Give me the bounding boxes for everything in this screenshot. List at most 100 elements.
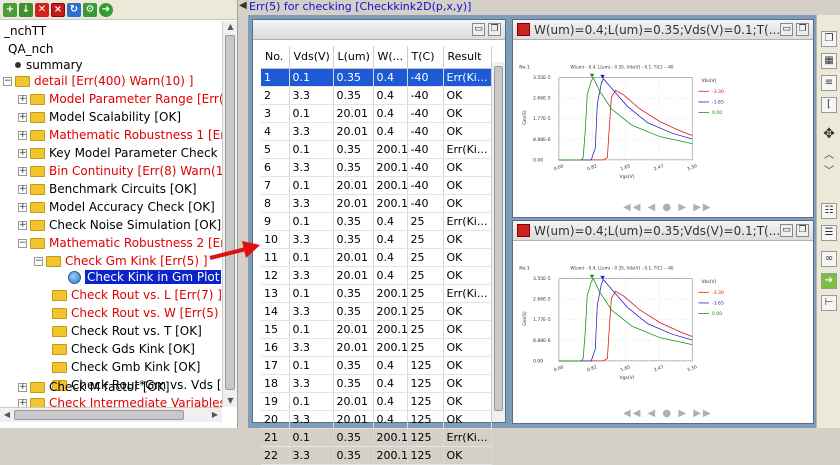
table-row[interactable]: 8 3.3 20.01 200.1 -40 OK [261,194,492,213]
scroll-left-icon[interactable]: ◀ [2,409,12,421]
expand-icon[interactable]: + [18,184,27,194]
expand-icon[interactable]: + [18,130,27,140]
tree-item-0[interactable]: + Model Parameter Range [Err(13 [18,91,222,107]
table-row[interactable]: 6 3.3 0.35 200.1 -40 OK [261,158,492,177]
tree-item-1[interactable]: + Model Scalability [OK] [18,109,181,125]
chart-nav[interactable]: ◀◀ ◀ ● ▶ ▶▶ [623,202,713,213]
column-header[interactable]: Result [443,46,492,69]
column-header[interactable]: No. [261,46,290,69]
list-check-icon[interactable]: ☰ [821,225,837,241]
scroll-thumb[interactable] [225,35,235,390]
restore-icon[interactable]: ❐ [796,224,809,237]
expand-icon[interactable]: + [18,166,27,176]
delete-red-icon[interactable]: ✕ [35,2,49,17]
splitter[interactable]: ◀ [238,0,247,428]
list-icon[interactable]: ≡ [821,75,837,91]
table-row[interactable]: 13 0.1 0.35 200.1 25 Err(Ki... [261,284,492,303]
next-green-icon[interactable]: ➜ [99,2,113,17]
tree-vertical-scrollbar[interactable]: ▲ ▼ [222,21,237,407]
expand-icon[interactable]: + [18,398,27,407]
scroll-down-icon[interactable]: ▼ [225,395,236,407]
table-row[interactable]: 19 0.1 20.01 0.4 125 OK [261,392,492,411]
cancel-red-icon[interactable]: × [51,2,65,17]
add-green-icon[interactable]: + [3,2,17,17]
tree-item-2[interactable]: + Mathematic Robustness 1 [Err( [18,127,222,143]
settings-green-icon[interactable]: ⚙ [83,2,97,17]
restore-icon[interactable]: ❐ [821,31,837,47]
table-row[interactable]: 9 0.1 0.35 0.4 25 Err(Ki... [261,212,492,231]
restore-icon[interactable]: ❐ [488,23,501,36]
minimize-icon[interactable]: ▭ [472,23,485,36]
minimize-icon[interactable]: ▭ [780,23,793,36]
scroll-right-icon[interactable]: ▶ [210,409,220,421]
export-icon[interactable]: ➜ [821,273,837,289]
table-row[interactable]: 10 3.3 0.35 0.4 25 OK [261,230,492,249]
table-row[interactable]: 7 0.1 20.01 200.1 -40 OK [261,176,492,195]
table-row[interactable]: 2 3.3 0.35 0.4 -40 OK [261,86,492,105]
column-header[interactable]: L(um) [333,46,374,69]
refresh-blue-icon[interactable]: ↻ [67,2,81,17]
minimize-icon[interactable]: ▭ [780,224,793,237]
restore-icon[interactable]: ❐ [796,23,809,36]
collapse-icon[interactable]: − [18,238,27,248]
binoculars-icon[interactable]: ∞ [821,251,837,267]
table-row[interactable]: 12 3.3 20.01 0.4 25 OK [261,266,492,285]
down-green-icon[interactable]: ↓ [19,2,33,17]
tree-subitem-3[interactable]: Check Gds Kink [OK] [52,341,195,357]
tree-tailitem-1[interactable]: + Check Intermediate Variables [ [18,395,222,407]
tree-item-8[interactable]: − Mathematic Robustness 2 [Err( [18,235,222,251]
table-icon[interactable]: ☷ [821,203,837,219]
tree-child[interactable]: QA_nch [8,41,53,57]
table-row[interactable]: 15 0.1 20.01 200.1 25 OK [261,320,492,339]
measure-icon[interactable]: ⊢ [821,295,837,311]
tree-item-7[interactable]: + Check Noise Simulation [OK] [18,217,221,233]
tree-item-5[interactable]: + Benchmark Circuits [OK] [18,181,197,197]
collapse-icon[interactable]: − [3,76,12,86]
column-header[interactable]: T(C) [407,46,444,69]
table-row[interactable]: 1 0.1 0.35 0.4 -40 Err(Ki... [261,68,492,87]
tree-tailitem-0[interactable]: + Check M factor [OK] [18,379,170,395]
bracket-icon[interactable]: [ [821,97,837,113]
scroll-thumb[interactable] [494,66,503,411]
table-row[interactable]: 11 0.1 20.01 0.4 25 OK [261,248,492,267]
collapse-icon[interactable]: − [34,256,43,266]
tree-subitem-0[interactable]: Check Rout vs. L [Err(7) ] [52,287,222,303]
table-row[interactable]: 5 0.1 0.35 200.1 -40 Err(Ki... [261,140,492,159]
table-row[interactable]: 22 3.3 0.35 200.1 125 OK [261,446,492,465]
tree-item-4[interactable]: + Bin Continuity [Err(8) Warn(1) ] [18,163,222,179]
expand-icon[interactable]: + [18,94,27,104]
chevron-up-icon[interactable]: ︿ [821,149,837,165]
chart-nav[interactable]: ◀◀ ◀ ● ▶ ▶▶ [623,408,713,419]
scroll-up-icon[interactable]: ▲ [225,21,236,33]
tree-subitem-4[interactable]: Check Gmb Kink [OK] [52,359,200,375]
tree-gm-kink[interactable]: − Check Gm Kink [Err(5) ] [34,253,208,269]
expand-icon[interactable]: + [18,112,27,122]
table-row[interactable]: 14 3.3 0.35 200.1 25 OK [261,302,492,321]
table-row[interactable]: 20 3.3 20.01 0.4 125 OK [261,410,492,429]
table-row[interactable]: 21 0.1 0.35 200.1 125 Err(Ki... [261,428,492,447]
tree-subitem-2[interactable]: Check Rout vs. T [OK] [52,323,202,339]
tree-root[interactable]: _nchTT [4,23,46,39]
table-vertical-scrollbar[interactable] [491,62,505,422]
grid-icon[interactable]: ▦ [821,53,837,69]
move-icon[interactable]: ✥ [821,127,837,143]
expand-icon[interactable]: + [18,148,27,158]
table-row[interactable]: 3 0.1 20.01 0.4 -40 OK [261,104,492,123]
chevron-down-icon[interactable]: ﹀ [821,165,837,181]
table-row[interactable]: 18 3.3 0.35 0.4 125 OK [261,374,492,393]
column-header[interactable]: Vds(V) [289,46,334,69]
table-row[interactable]: 4 3.3 20.01 0.4 -40 OK [261,122,492,141]
column-header[interactable]: W(... [373,46,408,69]
scroll-thumb[interactable] [14,410,184,420]
table-row[interactable]: 17 0.1 0.35 0.4 125 OK [261,356,492,375]
expand-icon[interactable]: + [18,202,27,212]
expand-icon[interactable]: + [18,220,27,230]
tree-summary[interactable]: summary [12,57,83,73]
tree-gm-plot[interactable]: Check Kink in Gm Plot [68,269,222,285]
table-row[interactable]: 16 3.3 20.01 200.1 25 OK [261,338,492,357]
tree-item-3[interactable]: + Key Model Parameter Check [OK [18,145,222,161]
expand-icon[interactable]: + [18,382,27,392]
tree-horizontal-scrollbar[interactable]: ◀ ▶ [0,407,222,422]
tree-item-6[interactable]: + Model Accuracy Check [OK] [18,199,215,215]
tree-subitem-1[interactable]: Check Rout vs. W [Err(5) ] [52,305,222,321]
